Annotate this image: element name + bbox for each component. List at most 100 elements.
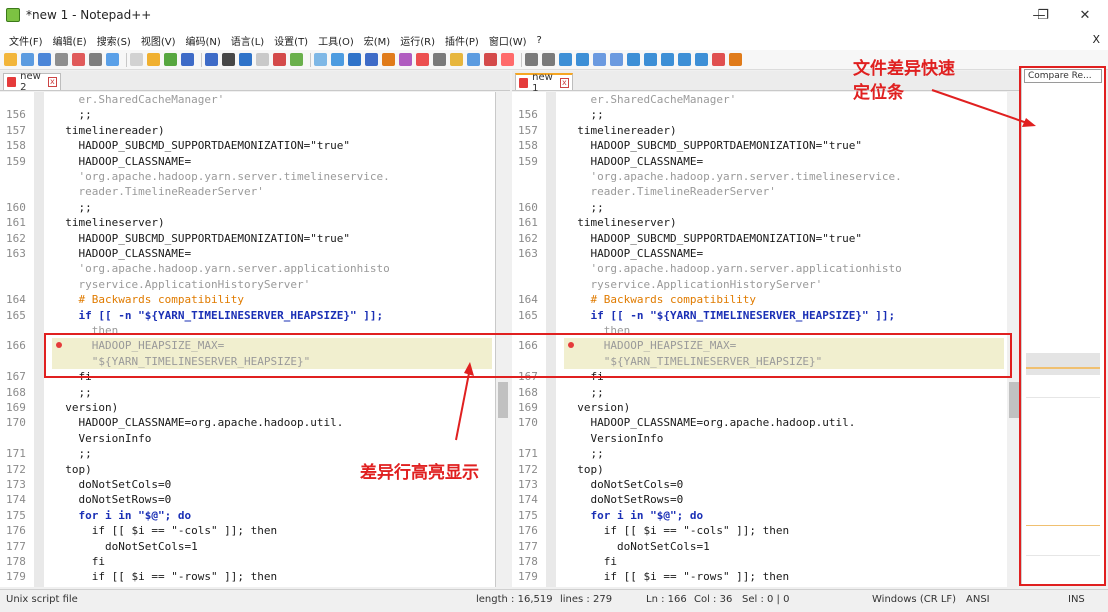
code-line[interactable]: doNotSetRows=0 bbox=[564, 492, 683, 507]
status-eol[interactable]: Windows (CR LF) bbox=[872, 594, 956, 605]
close-document-button[interactable]: X bbox=[1092, 30, 1100, 50]
toolbar-button-icon[interactable] bbox=[38, 53, 51, 66]
toolbar-button-icon[interactable] bbox=[559, 53, 572, 66]
code-line[interactable]: fi bbox=[52, 554, 105, 569]
toolbar-button-icon[interactable] bbox=[729, 53, 742, 66]
code-line[interactable]: doNotSetCols=0 bbox=[564, 477, 683, 492]
menu-item[interactable]: 窗口(W) bbox=[484, 33, 532, 48]
toolbar-button-icon[interactable] bbox=[348, 53, 361, 66]
menu-item[interactable]: 编辑(E) bbox=[48, 33, 92, 48]
code-line[interactable]: timelineserver) bbox=[52, 215, 164, 230]
menu-item[interactable]: 设置(T) bbox=[269, 33, 313, 48]
toolbar-button-icon[interactable] bbox=[712, 53, 725, 66]
code-line[interactable]: er.SharedCacheManager' bbox=[564, 92, 736, 107]
toolbar-button-icon[interactable] bbox=[678, 53, 691, 66]
code-line[interactable]: if [[ $i == "-rows" ]]; then bbox=[564, 569, 789, 584]
menu-item[interactable]: 搜索(S) bbox=[92, 33, 136, 48]
code-line[interactable]: if [[ -n "${YARN_TIMELINESERVER_HEAPSIZE… bbox=[564, 308, 895, 323]
code-line[interactable]: fi bbox=[564, 554, 617, 569]
menu-item[interactable]: 编码(N) bbox=[181, 33, 226, 48]
code-line[interactable]: doNotSetCols=1 bbox=[564, 539, 710, 554]
code-line[interactable]: HADOOP_SUBCMD_SUPPORTDAEMONIZATION="true… bbox=[564, 138, 862, 153]
toolbar-button-icon[interactable] bbox=[416, 53, 429, 66]
toolbar-button-icon[interactable] bbox=[89, 53, 102, 66]
close-window-button[interactable]: ✕ bbox=[1062, 0, 1108, 30]
toolbar-button-icon[interactable] bbox=[147, 53, 160, 66]
code-line[interactable]: top) bbox=[52, 462, 92, 477]
code-line[interactable]: HADOOP_CLASSNAME=org.apache.hadoop.util. bbox=[52, 415, 343, 430]
toolbar-button-icon[interactable] bbox=[164, 53, 177, 66]
toolbar-button-icon[interactable] bbox=[130, 53, 143, 66]
toolbar-button-icon[interactable] bbox=[399, 53, 412, 66]
tab-close-icon[interactable]: x bbox=[47, 77, 57, 87]
code-line[interactable]: er.SharedCacheManager' bbox=[52, 92, 224, 107]
menu-item[interactable]: 视图(V) bbox=[136, 33, 181, 48]
code-line[interactable]: HADOOP_SUBCMD_SUPPORTDAEMONIZATION="true… bbox=[52, 138, 350, 153]
toolbar-button-icon[interactable] bbox=[273, 53, 286, 66]
code-line[interactable]: version) bbox=[52, 400, 118, 415]
code-line[interactable]: HADOOP_CLASSNAME= bbox=[52, 154, 191, 169]
toolbar-button-icon[interactable] bbox=[525, 53, 538, 66]
code-line[interactable]: doNotSetCols=1 bbox=[52, 539, 198, 554]
toolbar-button-icon[interactable] bbox=[382, 53, 395, 66]
code-line[interactable]: ;; bbox=[564, 200, 603, 215]
status-encoding[interactable]: ANSI bbox=[966, 594, 990, 605]
toolbar-button-icon[interactable] bbox=[467, 53, 480, 66]
tab-close-icon[interactable]: x bbox=[559, 77, 569, 88]
toolbar-button-icon[interactable] bbox=[181, 53, 194, 66]
code-line[interactable]: ;; bbox=[52, 107, 91, 122]
code-line[interactable]: if [[ $i == "-cols" ]]; then bbox=[564, 523, 789, 538]
code-line[interactable]: ryservice.ApplicationHistoryServer' bbox=[564, 277, 822, 292]
toolbar-button-icon[interactable] bbox=[72, 53, 85, 66]
code-line[interactable]: version) bbox=[564, 400, 630, 415]
code-line[interactable]: for i in "$@"; do bbox=[52, 508, 191, 523]
code-line[interactable]: doNotSetRows=0 bbox=[52, 492, 171, 507]
code-line[interactable]: HADOOP_SUBCMD_SUPPORTDAEMONIZATION="true… bbox=[52, 231, 350, 246]
tab-new-1[interactable]: new 1 x bbox=[515, 72, 573, 94]
toolbar-button-icon[interactable] bbox=[576, 53, 589, 66]
code-line[interactable]: HADOOP_CLASSNAME= bbox=[564, 246, 703, 261]
code-line[interactable]: ;; bbox=[52, 200, 91, 215]
toolbar-button-icon[interactable] bbox=[484, 53, 497, 66]
code-line[interactable]: 'org.apache.hadoop.yarn.server.timelines… bbox=[564, 169, 901, 184]
code-line[interactable]: 'org.apache.hadoop.yarn.server.applicati… bbox=[52, 261, 389, 276]
code-line[interactable]: HADOOP_CLASSNAME= bbox=[52, 246, 191, 261]
toolbar-button-icon[interactable] bbox=[433, 53, 446, 66]
toolbar-button-icon[interactable] bbox=[331, 53, 344, 66]
toolbar-button-icon[interactable] bbox=[314, 53, 327, 66]
toolbar-button-icon[interactable] bbox=[593, 53, 606, 66]
toolbar-button-icon[interactable] bbox=[222, 53, 235, 66]
code-line[interactable]: if [[ -n "${YARN_TIMELINESERVER_HEAPSIZE… bbox=[52, 308, 383, 323]
toolbar-button-icon[interactable] bbox=[365, 53, 378, 66]
code-line[interactable]: ryservice.ApplicationHistoryServer' bbox=[52, 277, 310, 292]
toolbar-button-icon[interactable] bbox=[4, 53, 17, 66]
menu-item[interactable]: 运行(R) bbox=[395, 33, 440, 48]
toolbar-button-icon[interactable] bbox=[542, 53, 555, 66]
toolbar-button-icon[interactable] bbox=[106, 53, 119, 66]
menu-item[interactable]: ? bbox=[532, 35, 547, 46]
scrollbar-thumb[interactable] bbox=[498, 382, 508, 418]
code-line[interactable]: HADOOP_CLASSNAME= bbox=[564, 154, 703, 169]
code-line[interactable]: # Backwards compatibility bbox=[52, 292, 244, 307]
toolbar-button-icon[interactable] bbox=[55, 53, 68, 66]
code-line[interactable]: doNotSetCols=0 bbox=[52, 477, 171, 492]
toolbar-button-icon[interactable] bbox=[21, 53, 34, 66]
toolbar-button-icon[interactable] bbox=[610, 53, 623, 66]
code-line[interactable]: ;; bbox=[564, 446, 603, 461]
scrollbar-thumb[interactable] bbox=[1009, 382, 1019, 418]
menu-item[interactable]: 插件(P) bbox=[440, 33, 484, 48]
tab-new-2[interactable]: new 2 x bbox=[3, 71, 61, 93]
code-line[interactable]: reader.TimelineReaderServer' bbox=[564, 184, 775, 199]
toolbar-button-icon[interactable] bbox=[501, 53, 514, 66]
code-line[interactable]: VersionInfo bbox=[564, 431, 663, 446]
menu-item[interactable]: 工具(O) bbox=[313, 33, 359, 48]
code-line[interactable]: VersionInfo bbox=[52, 431, 151, 446]
code-line[interactable]: 'org.apache.hadoop.yarn.server.applicati… bbox=[564, 261, 901, 276]
toolbar-button-icon[interactable] bbox=[205, 53, 218, 66]
code-line[interactable]: HADOOP_SUBCMD_SUPPORTDAEMONIZATION="true… bbox=[564, 231, 862, 246]
menu-item[interactable]: 文件(F) bbox=[4, 33, 48, 48]
toolbar-button-icon[interactable] bbox=[644, 53, 657, 66]
code-line[interactable]: ;; bbox=[52, 446, 91, 461]
code-line[interactable]: # Backwards compatibility bbox=[564, 292, 756, 307]
toolbar-button-icon[interactable] bbox=[661, 53, 674, 66]
